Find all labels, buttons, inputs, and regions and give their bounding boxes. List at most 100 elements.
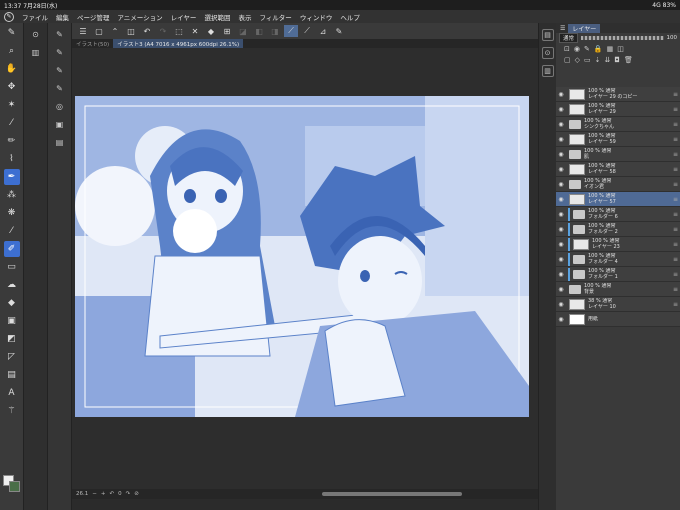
layer-row[interactable]: ◉ 100 % 通常 背景 ≡ <box>556 282 680 297</box>
eyedropper-icon[interactable]: ⁄ <box>4 115 20 131</box>
rotate-icon[interactable]: ◨ <box>268 25 282 37</box>
merge-down-icon[interactable]: ⇊ <box>605 56 611 64</box>
new-vector-layer-icon[interactable]: ◇ <box>575 56 580 64</box>
layer-row[interactable]: ◉ 100 % 通常 レイヤー 29 ≡ <box>556 102 680 117</box>
clip-icon[interactable]: ⊡ <box>564 45 570 53</box>
layer-menu-icon[interactable]: ≡ <box>673 151 678 158</box>
layer-row[interactable]: ◉ 100 % 通常 レイヤー 23 ≡ <box>556 237 680 252</box>
artwork-canvas[interactable] <box>75 96 529 417</box>
eye-icon[interactable]: ◉ <box>556 151 566 158</box>
decoration-icon[interactable]: ❋ <box>4 205 20 221</box>
layer-row[interactable]: ◉ 100 % 通常 シンクちゃん ≡ <box>556 117 680 132</box>
subtool-pen-3-icon[interactable]: ✎ <box>53 63 67 77</box>
layer-menu-icon[interactable]: ≡ <box>673 181 678 188</box>
delete-layer-icon[interactable]: 🗑 <box>624 56 633 64</box>
ink-pen-icon[interactable]: ✒ <box>3 169 20 185</box>
eye-icon[interactable]: ◉ <box>556 241 566 248</box>
draft-icon[interactable]: ✎ <box>584 45 590 53</box>
tab-illust-3[interactable]: イラスト3 (A4 7016 x 4961px 600dpi 26.1%) <box>113 39 244 48</box>
blend-mode-select[interactable]: 通常 <box>559 33 579 43</box>
reference-icon[interactable]: ✎ <box>332 25 346 37</box>
layer-row[interactable]: ◉ 100 % 通常 フォルダー 2 ≡ <box>556 222 680 237</box>
layer-menu-icon[interactable]: ≡ <box>673 301 678 308</box>
eraser-icon[interactable]: ▭ <box>4 259 20 275</box>
menu-filter[interactable]: フィルター <box>259 12 291 22</box>
chevron-icon[interactable]: ⌃ <box>108 25 122 37</box>
color-chips[interactable] <box>3 475 21 493</box>
hamburger-icon[interactable]: ☰ <box>76 25 90 37</box>
navigator-panel-icon[interactable]: ⊙ <box>541 47 554 59</box>
layer-menu-icon[interactable]: ≡ <box>673 106 678 113</box>
angle-value[interactable]: 0 <box>118 491 122 497</box>
reference-layer-icon[interactable]: ◉ <box>574 45 580 53</box>
lock-icon[interactable]: 🔒 <box>594 45 603 53</box>
menu-page[interactable]: ページ管理 <box>77 12 109 22</box>
rotate-left-icon[interactable]: ↶ <box>109 491 114 497</box>
eye-icon[interactable]: ◉ <box>556 136 566 143</box>
menu-animation[interactable]: アニメーション <box>117 12 162 22</box>
opacity-slider[interactable] <box>581 36 664 40</box>
blur-icon[interactable]: ☁ <box>4 277 20 293</box>
app-logo-icon[interactable]: ✎ <box>4 11 14 22</box>
material-icon[interactable]: ▥ <box>29 45 43 59</box>
eye-icon[interactable]: ◉ <box>556 106 566 113</box>
brush-icon[interactable]: ⌇ <box>4 151 20 167</box>
layer-menu-icon[interactable]: ≡ <box>673 256 678 263</box>
layer-menu-icon[interactable]: ≡ <box>673 121 678 128</box>
fill-pen-icon[interactable]: ✐ <box>3 241 20 257</box>
subtool-pen-1-icon[interactable]: ✎ <box>53 27 67 41</box>
layer-row-selected[interactable]: ◉ 100 % 通常 レイヤー 57 ≡ <box>556 192 680 207</box>
zoom-in-icon[interactable]: + <box>101 491 106 497</box>
layer-menu-icon[interactable]: ≡ <box>673 286 678 293</box>
snap-grid-icon[interactable]: ⊿ <box>316 25 330 37</box>
menu-help[interactable]: ヘルプ <box>340 12 360 22</box>
subtool-pen-4-icon[interactable]: ✎ <box>53 81 67 95</box>
panel-menu-icon[interactable]: ☰ <box>560 25 565 32</box>
new-folder-icon[interactable]: ▭ <box>584 56 591 64</box>
eye-icon[interactable]: ◉ <box>556 271 566 278</box>
opacity-value[interactable]: 100 <box>667 35 678 41</box>
pencil-icon[interactable]: ✏ <box>4 133 20 149</box>
balloon-icon[interactable]: ⚚ <box>4 403 20 419</box>
layer-menu-icon[interactable]: ≡ <box>673 271 678 278</box>
subtool-pen-2-icon[interactable]: ✎ <box>53 45 67 59</box>
crop-icon[interactable]: ◪ <box>236 25 250 37</box>
text-icon[interactable]: A <box>4 385 20 401</box>
tab-illust-50[interactable]: イラスト(50) <box>72 39 113 48</box>
layer-menu-icon[interactable]: ≡ <box>673 211 678 218</box>
mask-icon[interactable]: ◫ <box>617 45 624 53</box>
subtool-settings-icon[interactable]: ◎ <box>53 99 67 113</box>
material-panel-icon[interactable]: ▥ <box>541 65 554 77</box>
eye-icon[interactable]: ◉ <box>556 256 566 263</box>
eye-icon[interactable]: ◉ <box>556 226 566 233</box>
eye-icon[interactable]: ◉ <box>556 316 566 323</box>
magic-wand-icon[interactable]: ✶ <box>4 97 20 113</box>
zoom-out-icon[interactable]: − <box>92 491 97 497</box>
move-icon[interactable]: ✥ <box>4 79 20 95</box>
snap-special-icon[interactable]: ⟋ <box>300 25 314 37</box>
eye-icon[interactable]: ◉ <box>556 196 566 203</box>
new-raster-layer-icon[interactable]: ▢ <box>564 56 571 64</box>
gradient-icon[interactable]: ▣ <box>4 313 20 329</box>
layer-row[interactable]: ◉ 100 % 通常肌 ≡ <box>556 147 680 162</box>
eye-icon[interactable]: ◉ <box>556 91 566 98</box>
layer-property-icon[interactable]: ▤ <box>541 29 554 41</box>
blend-icon[interactable]: ⁄ <box>4 223 20 239</box>
zoom-value[interactable]: 26.1 <box>76 491 88 497</box>
menu-edit[interactable]: 編集 <box>56 12 69 22</box>
layer-menu-icon[interactable]: ≡ <box>673 196 678 203</box>
navigator-icon[interactable]: ⊙ <box>29 27 43 41</box>
lock-transparent-icon[interactable]: ▦ <box>607 45 614 53</box>
layer-menu-icon[interactable]: ≡ <box>673 136 678 143</box>
layer-row[interactable]: ◉ 100 % 通常 イオン君 ≡ <box>556 177 680 192</box>
frame-icon[interactable]: ◸ <box>4 349 20 365</box>
clear-icon[interactable]: ✕ <box>188 25 202 37</box>
redo-icon[interactable]: ↷ <box>156 25 170 37</box>
menu-window[interactable]: ウィンドウ <box>300 12 333 22</box>
snap-ruler-icon[interactable]: ⟋ <box>284 25 298 37</box>
transform-icon[interactable]: ⊞ <box>220 25 234 37</box>
airbrush-icon[interactable]: ⁂ <box>4 187 20 203</box>
new-icon[interactable]: ▢ <box>92 25 106 37</box>
subtool-layer-icon[interactable]: ▤ <box>53 135 67 149</box>
layer-row-paper[interactable]: ◉ 用紙 <box>556 312 680 327</box>
